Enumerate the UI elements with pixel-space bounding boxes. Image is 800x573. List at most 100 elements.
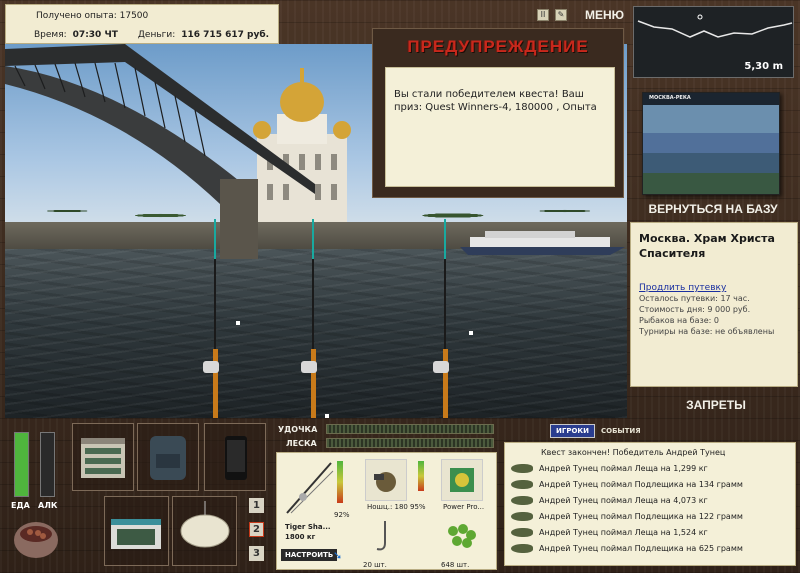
top-toolbar: II ✎ МЕНЮ xyxy=(537,8,624,22)
menu-button[interactable]: МЕНЮ xyxy=(585,8,624,22)
location-photo[interactable]: МОСКВА-РЕКА xyxy=(642,92,780,195)
reel-slot[interactable] xyxy=(365,459,407,501)
inventory-slot-landing-net[interactable] xyxy=(172,496,237,566)
tackle-box-icon xyxy=(81,438,125,478)
edit-button[interactable]: ✎ xyxy=(555,9,567,21)
events-header: Квест закончен! Победитель Андрей Тунец xyxy=(541,448,726,457)
hook-icon xyxy=(376,521,386,551)
rod-name: Tiger Sha... xyxy=(285,523,331,531)
extend-permit-link[interactable]: Продлить путевку xyxy=(639,283,789,293)
fish-icon xyxy=(511,512,533,521)
location-photo-caption: МОСКВА-РЕКА xyxy=(649,95,691,101)
depth-value: 5,30 m xyxy=(744,61,783,72)
bait-slot[interactable] xyxy=(441,517,483,559)
alcohol-meter xyxy=(40,432,55,497)
location-info-panel: Москва. Храм Христа Спасителя Продлить п… xyxy=(630,222,798,387)
food-label: ЕДА xyxy=(11,501,30,510)
hook-count: 20 шт. xyxy=(363,561,387,569)
fishing-line-icon xyxy=(450,468,474,492)
money-label: Деньги: xyxy=(137,30,176,40)
fish-icon xyxy=(511,544,533,553)
permit-remaining: Осталось путевки: 17 час. xyxy=(639,294,750,303)
fish-icon xyxy=(511,480,533,489)
rod-durability: 92% xyxy=(334,511,350,519)
experience-label: Получено опыта: xyxy=(36,11,117,21)
rod-durability-bar xyxy=(337,461,343,503)
tackle-panel: 92% Tiger Sha... 1800 кг НАСТРОИТЬ ➘ Нош… xyxy=(276,452,497,570)
fish-icon xyxy=(511,496,533,505)
list-item: Андрей Тунец поймал Подлещика на 122 гра… xyxy=(511,509,789,525)
inventory-slot-backpack[interactable] xyxy=(137,423,199,491)
rod-icon[interactable] xyxy=(281,457,337,519)
list-item: Андрей Тунец поймал Леща на 1,524 кг xyxy=(511,525,789,541)
player-info-panel: Получено опыта: 17500 Время: 07:30 ЧТ Де… xyxy=(5,4,279,44)
line-tension-label: ЛЕСКА xyxy=(286,439,317,448)
phone-icon xyxy=(225,436,247,480)
rod-tension-label: УДОЧКА xyxy=(278,425,318,434)
rod-3[interactable] xyxy=(425,219,465,418)
page-button-2[interactable]: 2 xyxy=(249,522,264,537)
warning-dialog: ПРЕДУПРЕЖДЕНИЕ Вы стали победителем квес… xyxy=(372,28,624,198)
page-button-3[interactable]: 3 xyxy=(249,546,264,561)
events-tabs: ИГРОКИ СОБЫТИЯ xyxy=(550,424,641,438)
pause-button[interactable]: II xyxy=(537,9,549,21)
setup-button[interactable]: НАСТРОИТЬ xyxy=(281,549,338,561)
experience-value: 17500 xyxy=(119,11,149,21)
warning-title: ПРЕДУПРЕЖДЕНИЕ xyxy=(407,37,589,56)
experience-row: Получено опыта: 17500 xyxy=(36,11,148,21)
inventory-slot-cooler-box[interactable] xyxy=(104,496,169,566)
list-item: Андрей Тунец поймал Леща на 4,073 кг xyxy=(511,493,789,509)
warning-message-box: Вы стали победителем квеста! Ваш приз: Q… xyxy=(385,67,615,187)
time-value: 07:30 ЧТ xyxy=(72,30,118,40)
time-money-row: Время: 07:30 ЧТ Деньги: 116 715 617 руб. xyxy=(34,30,269,40)
fish-icon xyxy=(511,528,533,537)
landing-net-icon xyxy=(180,501,230,548)
line-name: Power Pro... xyxy=(443,503,485,511)
float-3[interactable] xyxy=(325,414,329,418)
tournaments-at-base: Турниры на базе: не объявлены xyxy=(639,327,775,336)
time-label: Время: xyxy=(34,30,67,40)
rod-max-weight: 1800 кг xyxy=(285,533,316,541)
events-panel: Квест закончен! Победитель Андрей Тунец … xyxy=(504,442,796,566)
list-item: Андрей Тунец поймал Леща на 1,299 кг xyxy=(511,461,789,477)
anglers-at-base: Рыбаков на базе: 0 xyxy=(639,316,719,325)
money-value: 116 715 617 руб. xyxy=(181,30,270,40)
depth-profile: 5,30 m xyxy=(633,6,794,78)
reel-name: Ношц.: 180 xyxy=(367,503,408,511)
inventory-slot-phone[interactable] xyxy=(204,423,266,491)
inventory-slot-tackle-box[interactable] xyxy=(72,423,134,491)
bridge-image xyxy=(5,44,315,259)
rod-tension-gauge xyxy=(326,424,494,434)
rod-1[interactable] xyxy=(195,219,235,418)
fish-icon xyxy=(511,464,533,473)
cooler-box-icon xyxy=(111,519,161,549)
backpack-icon xyxy=(150,436,186,480)
tab-events[interactable]: СОБЫТИЯ xyxy=(601,427,641,435)
page-button-1[interactable]: 1 xyxy=(249,498,264,513)
bait-peas-icon xyxy=(448,524,476,548)
day-cost: Стоимость дня: 9 000 руб. xyxy=(639,305,751,314)
reel-durability: 95% xyxy=(410,503,426,511)
list-item: Андрей Тунец поймал Подлещика на 134 гра… xyxy=(511,477,789,493)
hook-slot[interactable] xyxy=(365,517,407,559)
line-tension-gauge xyxy=(326,438,494,448)
bait-count: 648 шт. xyxy=(441,561,470,569)
list-item: Андрей Тунец поймал Подлещика на 625 гра… xyxy=(511,541,789,557)
return-to-base-button[interactable]: ВЕРНУТЬСЯ НА БАЗУ xyxy=(628,202,798,216)
rod-2[interactable] xyxy=(293,219,333,418)
food-meter xyxy=(14,432,29,497)
warning-message: Вы стали победителем квеста! Ваш приз: Q… xyxy=(394,89,597,113)
line-slot[interactable] xyxy=(441,459,483,501)
reel-icon xyxy=(374,472,396,492)
bans-button[interactable]: ЗАПРЕТЫ xyxy=(628,398,800,412)
float-1[interactable] xyxy=(236,321,240,325)
float-2[interactable] xyxy=(469,331,473,335)
bait-bucket-icon[interactable] xyxy=(10,512,62,564)
setup-arrow-icon[interactable]: ➘ xyxy=(333,549,342,562)
food-meter-fill xyxy=(15,433,28,496)
location-title: Москва. Храм Христа Спасителя xyxy=(639,232,775,260)
alcohol-label: АЛК xyxy=(38,501,58,510)
reel-durability-bar xyxy=(418,461,424,491)
tab-players[interactable]: ИГРОКИ xyxy=(550,424,595,438)
boat-image xyxy=(460,231,625,255)
